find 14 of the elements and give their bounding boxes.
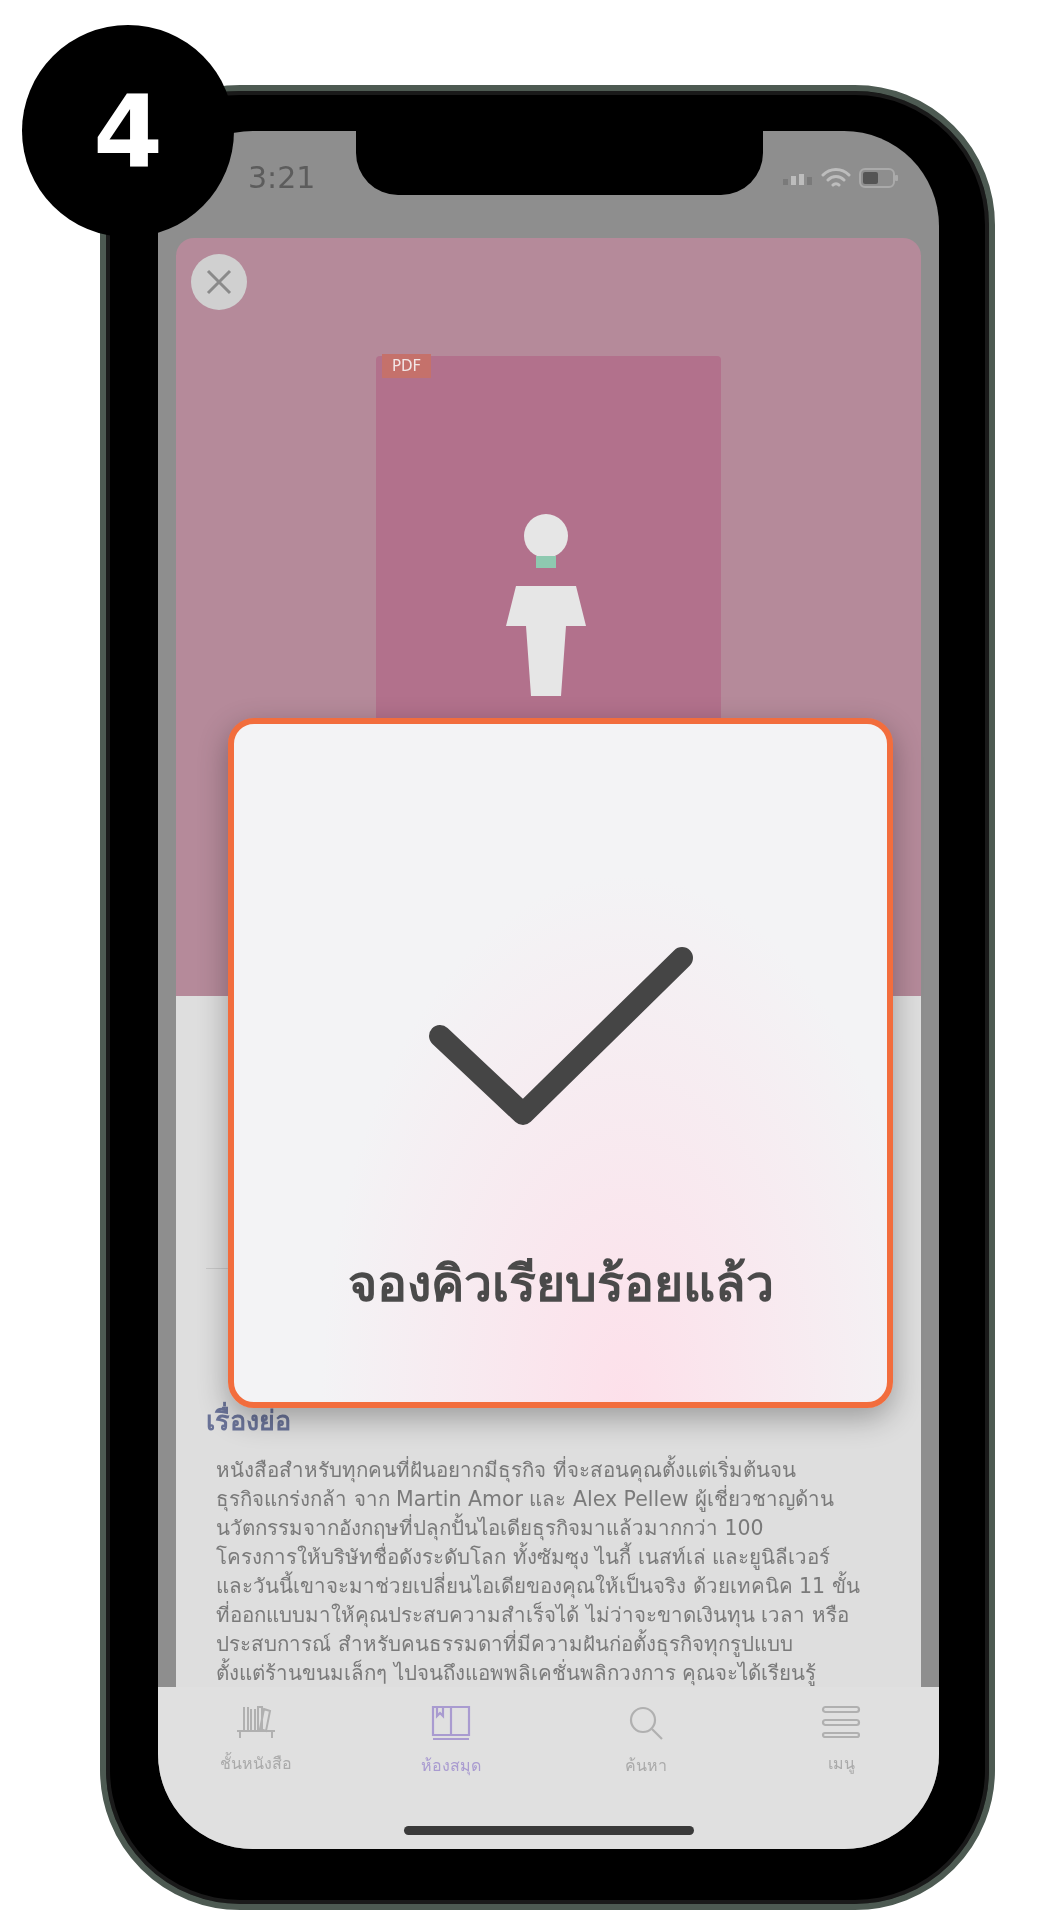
search-icon	[628, 1705, 665, 1741]
close-button[interactable]	[191, 254, 247, 310]
step-badge: 4	[22, 25, 234, 237]
synopsis-heading: เรื่องย่อ	[206, 1399, 887, 1442]
wifi-icon	[821, 166, 851, 189]
battery-icon	[859, 167, 899, 188]
dialog-message: จองคิวเรียบร้อยแล้ว	[347, 1254, 774, 1315]
synopsis-text: หนังสือสำหรับทุกคนที่ฝันอยากมีธุรกิจ ที่จะสอนคุณตั้งแต่เริ่มต้นจน ธุรกิจแกร่งกล้า จาก Martin Amor และ Alex Pellew ผู้เชี่ยวชาญด้าน นวัตกรรมจากอังกฤษที่ปลุกปั้นไอเดียธุรกิจมาแล้วมากกว่า 100 โครงการให้บริษัทชื่อดังระดับโลก ทั้งซัมซุง ไนกี้ เนสท์เล่ และยูนิลีเวอร์ และวันนี้เขาจะมาช่วยเปลี่ยนไอเดียของคุณให้เป็นจริง ด้วยเทคนิค 11 ขั้น ที่ออกแบบมาให้คุณประสบความสำเร็จได้ ไม่ว่าจะขาดเงินทุน เวลา หรือ ประสบการณ์ สำหรับคนธรรมดาที่มีความฝันก่อตั้งธุรกิจทุกรูปแบบ ตั้งแต่ร้านขนมเล็กๆ ไปจนถึงแอพพลิเคชั่นพลิกวงการ คุณจะได้เรียนรู้	[216, 1456, 887, 1687]
close-icon	[206, 269, 232, 295]
tab-item[interactable]: ห้องสมุด	[353, 1705, 549, 1778]
open-book-icon	[430, 1705, 471, 1741]
bookshelf-icon	[235, 1705, 276, 1739]
format-tag: PDF	[382, 354, 432, 378]
menu-icon	[821, 1705, 862, 1739]
